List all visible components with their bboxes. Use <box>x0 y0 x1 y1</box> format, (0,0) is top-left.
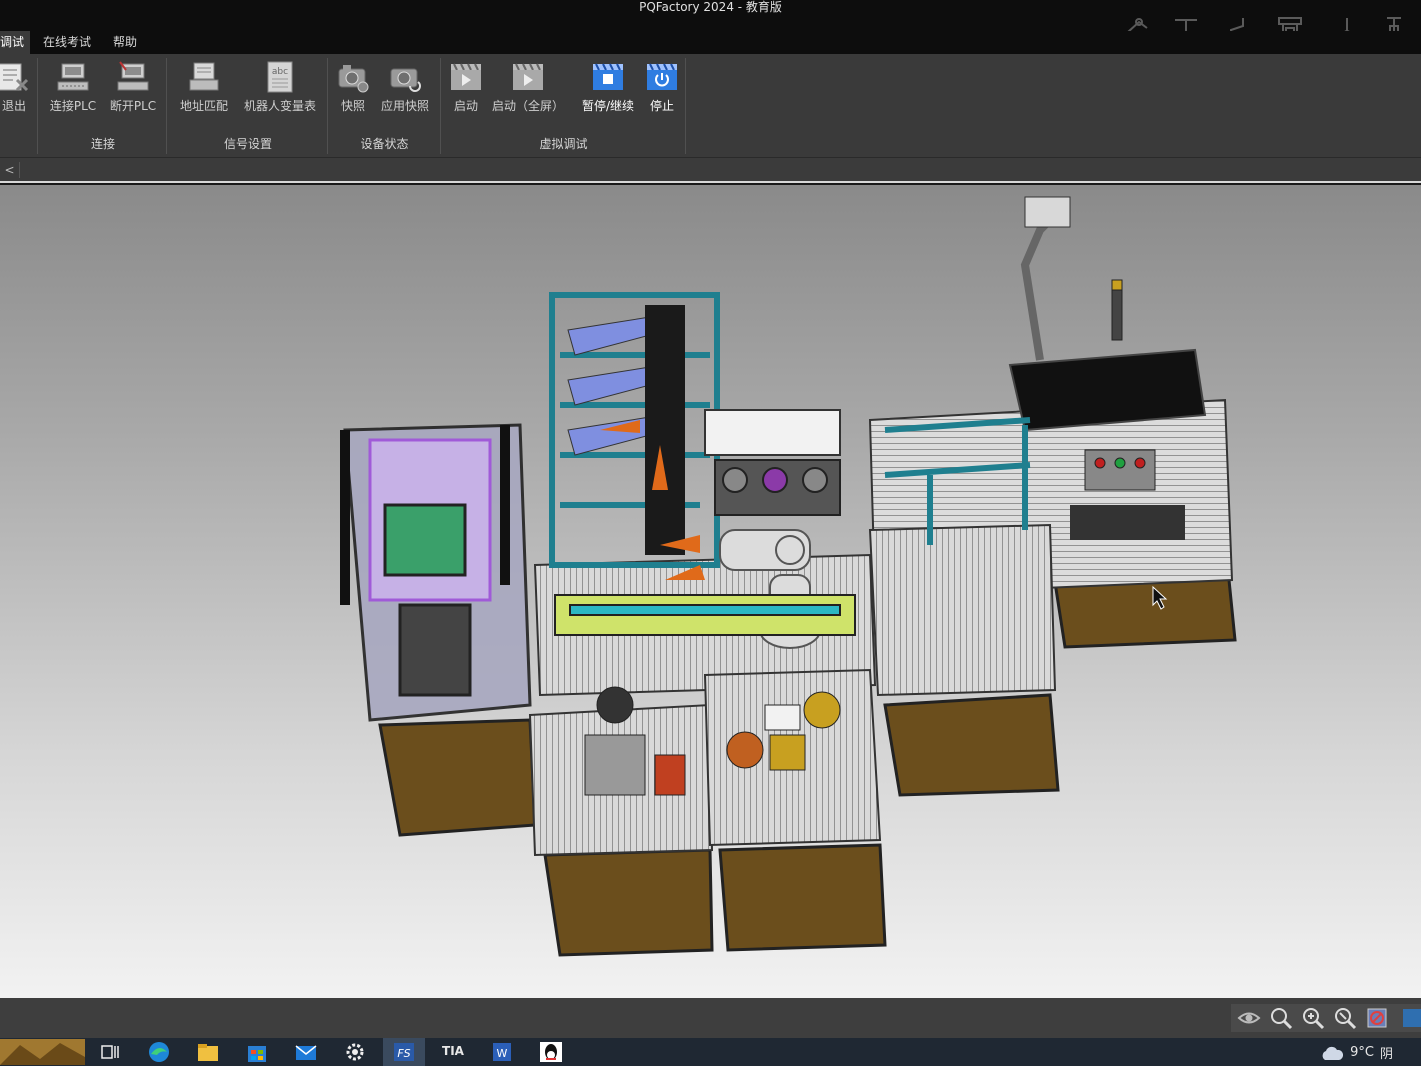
task-view-icon[interactable] <box>98 1041 122 1063</box>
zoom-in-icon[interactable] <box>1301 1006 1325 1030</box>
status-light <box>1111 279 1123 341</box>
view-tools-group <box>1231 1004 1421 1032</box>
connect-plc-button[interactable]: 连接PLC <box>48 60 98 114</box>
tia-portal-icon[interactable]: TIA <box>441 1041 465 1063</box>
section-view-icon[interactable] <box>1365 1006 1389 1030</box>
exit-icon <box>0 63 29 92</box>
svg-text:FS: FS <box>397 1047 410 1060</box>
cloud-icon <box>1322 1046 1344 1060</box>
rack-column <box>645 305 685 555</box>
pqfactory-icon[interactable]: FS <box>392 1041 416 1063</box>
snapshot-label: 快照 <box>340 99 365 113</box>
separator <box>166 58 167 154</box>
address-match-label: 地址匹配 <box>179 99 228 113</box>
camera-icon <box>338 65 369 93</box>
clapper-power-icon <box>647 63 677 90</box>
rack-trays <box>567 316 651 456</box>
group-signal-settings: 信号设置 <box>223 137 272 151</box>
start-fullscreen-label: 启动（全屏） <box>491 99 564 113</box>
settings-icon[interactable] <box>343 1041 367 1063</box>
address-match-icon <box>189 62 219 91</box>
group-device-state: 设备状态 <box>360 137 409 151</box>
application-window: PQFactory 2024 - 教育版 调试 在线考试 帮助 退出 连接PLC… <box>0 0 1421 1066</box>
disconnect-plc-label: 断开PLC <box>109 99 157 113</box>
robot-var-table-button[interactable]: abc 机器人变量表 <box>242 60 318 114</box>
hmi-monitor <box>1008 348 1207 432</box>
plc-disconnect-icon <box>117 61 149 91</box>
workcell-model[interactable] <box>0 185 1421 998</box>
view-toolbar <box>0 998 1421 1038</box>
variable-table-icon: abc <box>267 61 293 93</box>
collapse-arrow-icon[interactable]: < <box>0 162 20 178</box>
left-enclosure <box>340 423 532 722</box>
conveyor <box>554 594 856 636</box>
keyboard-tray <box>1070 505 1185 540</box>
pause-resume-label: 暂停/继续 <box>581 99 635 113</box>
start-label: 启动 <box>453 99 478 113</box>
zoom-fit-icon[interactable] <box>1269 1006 1293 1030</box>
separator <box>685 58 686 154</box>
connect-plc-label: 连接PLC <box>49 99 97 113</box>
window-title: PQFactory 2024 - 教育版 <box>639 0 782 14</box>
address-match-button[interactable]: 地址匹配 <box>178 60 230 114</box>
start-thumbnail-icon[interactable] <box>0 1039 85 1065</box>
title-bar: PQFactory 2024 - 教育版 <box>0 0 1421 52</box>
stop-label: 停止 <box>649 99 674 113</box>
group-virtual-debug: 虚拟调试 <box>539 137 588 151</box>
weather-temperature: 9°C <box>1350 1045 1374 1060</box>
apply-snapshot-label: 应用快照 <box>380 99 429 113</box>
camera-head <box>1024 196 1071 228</box>
group-connect: 连接 <box>90 137 115 151</box>
eye-visibility-icon[interactable] <box>1237 1006 1261 1030</box>
apply-snapshot-button[interactable]: 应用快照 <box>378 60 432 114</box>
control-panel <box>1084 449 1156 491</box>
clapper-pause-icon <box>593 63 623 90</box>
edge-icon[interactable] <box>147 1041 171 1063</box>
start-button[interactable]: 启动 <box>448 60 484 114</box>
display-mode-icon[interactable] <box>1397 1006 1421 1030</box>
monitor-arm <box>1020 207 1063 361</box>
menu-bar: 调试 在线考试 帮助 <box>0 31 1421 54</box>
menu-debug[interactable]: 调试 <box>0 31 31 54</box>
weather-condition: 阴 <box>1379 1047 1393 1062</box>
robot-var-table-label: 机器人变量表 <box>243 99 316 113</box>
snapshot-button[interactable]: 快照 <box>336 60 370 114</box>
clapper-play-icon <box>451 63 481 90</box>
zoom-window-icon[interactable] <box>1333 1006 1357 1030</box>
weather-widget[interactable]: 9°C 阴 <box>1320 1043 1393 1062</box>
windows-taskbar: FS TIA W 9°C 阴 <box>0 1038 1421 1066</box>
qq-icon[interactable] <box>539 1041 563 1063</box>
apply-snapshot-icon <box>390 68 421 92</box>
file-explorer-icon[interactable] <box>196 1041 220 1063</box>
exit-label: 退出 <box>1 99 26 113</box>
exit-button[interactable]: 退出 <box>0 60 32 114</box>
3d-viewport[interactable] <box>0 185 1421 998</box>
svg-text:W: W <box>497 1047 508 1060</box>
start-fullscreen-button[interactable]: 启动（全屏） <box>490 60 566 114</box>
pause-resume-button[interactable]: 暂停/继续 <box>578 60 638 114</box>
disconnect-plc-button[interactable]: 断开PLC <box>108 60 158 114</box>
plc-connect-icon <box>57 63 89 91</box>
word-icon[interactable]: W <box>490 1041 514 1063</box>
robot-hood <box>704 409 841 456</box>
svg-text:abc: abc <box>272 67 288 77</box>
stop-button[interactable]: 停止 <box>644 60 680 114</box>
menu-help[interactable]: 帮助 <box>107 31 143 54</box>
menu-online-exam[interactable]: 在线考试 <box>37 31 97 54</box>
document-tab-strip: < <box>0 158 1421 183</box>
clapper-play-fullscreen-icon <box>513 63 543 90</box>
mail-icon[interactable] <box>294 1041 318 1063</box>
tool-rack <box>714 459 841 516</box>
ribbon-toolbar: 退出 连接PLC 断开PLC 连接 地址匹配 abc 机器人变量表 信号设置 快… <box>0 54 1421 158</box>
store-icon[interactable] <box>245 1041 269 1063</box>
